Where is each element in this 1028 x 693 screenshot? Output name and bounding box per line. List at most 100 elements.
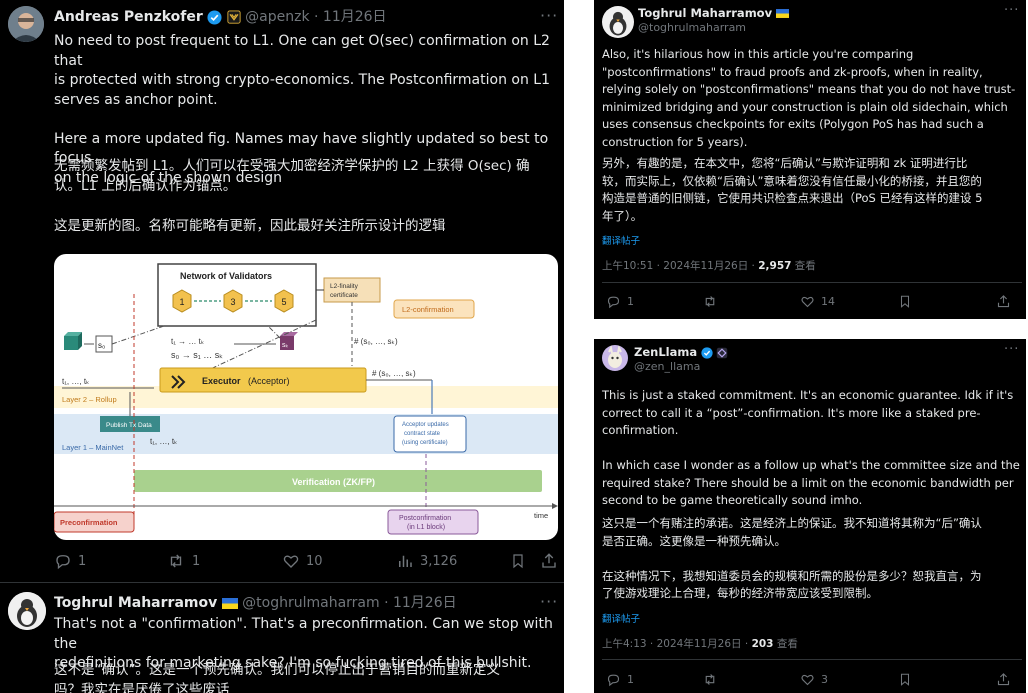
more-options-icon[interactable]: ··· [540,592,558,611]
acceptor-updates-line2: contract state [404,431,441,437]
more-options-icon[interactable]: ··· [1004,342,1019,357]
state-seq: s₀ → s₁ … sₖ [171,350,223,360]
avatar-toghrul[interactable] [8,592,46,630]
avatar-toghrul-image [602,6,634,38]
acceptor-updates-line3: (using certificate) [402,440,448,446]
author-name[interactable]: Andreas Penzkofer [54,9,203,25]
bookmark-icon [900,673,910,686]
affiliate-badge-icon [717,347,728,358]
share-button[interactable] [540,552,558,570]
br-timestamp-row: 上午4:13 · 2024年11月26日 · 203 查看 [602,636,798,651]
reply-icon [607,296,620,309]
author-name[interactable]: Toghrul Maharramov [54,595,217,611]
tr-text-zh: 另外，有趣的是，在本文中，您将“后确认”与欺诈证明和 zk 证明进行比 较，而实… [602,156,983,223]
views-icon [399,555,412,567]
avatar-zenllama[interactable] [602,345,628,371]
validator-1: 1 [172,289,192,313]
like-count: 14 [821,295,835,308]
architecture-diagram: Network of Validators 1 3 5 L2-finality … [54,263,558,535]
handle[interactable]: @zen_llama [634,360,700,373]
br-text-zh: 这只是一个有赌注的承诺。这是经济上的保证。我不知道将其称为“后”确认 是否正确。… [602,516,982,600]
preconfirmation-label: Preconfirmation [60,518,118,527]
timestamp[interactable]: 上午10:51 · 2024年11月26日 · [602,260,758,272]
divider [602,282,1022,283]
avatar-toghrul-image [8,592,46,630]
more-options-icon[interactable]: ··· [540,6,558,25]
translate-link[interactable]: 翻译帖子 [602,233,640,247]
reply-count: 1 [78,553,87,569]
avatar-andreas[interactable] [8,6,44,42]
timestamp[interactable]: 上午4:13 · 2024年11月26日 · [602,638,752,650]
views-count: 3,126 [420,553,458,569]
svg-text:s₀: s₀ [98,341,105,350]
ukraine-flag-icon [221,597,238,609]
handle[interactable]: @toghrulmaharram [638,21,746,34]
share-icon [997,295,1010,308]
svg-text:5: 5 [282,297,287,307]
verified-badge-icon [207,9,222,25]
tweet1-image[interactable]: Network of Validators 1 3 5 L2-finality … [54,254,558,540]
repost-icon [170,554,182,568]
layer2-label: Layer 2 – Rollup [62,395,117,404]
repost-button[interactable] [702,672,724,687]
hash-top: # (s₀, …, sₖ) [354,337,398,346]
heart-icon [801,296,814,308]
tweet1-text-zh: 无需频繁发帖到 L1。人们可以在受强大加密经济学保护的 L2 上获得 O(sec… [54,158,530,234]
postconfirmation-line1: Postconfirmation [399,515,451,522]
hash-mid: # (s₀, …, sₖ) [372,369,416,378]
bookmark-icon [513,554,523,569]
bookmark-button[interactable] [510,552,526,570]
acceptor-label: (Acceptor) [248,376,290,386]
author-name[interactable]: ZenLlama [634,345,697,359]
reply-icon [56,555,70,570]
divider [602,659,1022,660]
affiliate-badge-icon [227,10,241,24]
l2-finality-line1: L2-finality [330,283,359,290]
reply-button[interactable]: 1 [606,672,634,687]
validator-3: 3 [223,289,243,313]
repost-button[interactable]: 1 [166,552,200,570]
share-icon [997,673,1010,686]
more-options-icon[interactable]: ··· [1004,3,1019,18]
like-button[interactable]: 10 [282,552,323,570]
reply-count: 1 [627,673,634,686]
translate-link[interactable]: 翻译帖子 [602,611,640,625]
br-header: ZenLlama [634,345,728,360]
repost-icon [705,674,715,685]
cube-sk: sₖ [280,332,298,350]
views-button[interactable]: 3,126 [396,552,457,570]
handle-time[interactable]: @toghrulmaharram · 11月26日 [242,595,456,611]
like-count: 10 [306,553,323,569]
views-label: 查看 [791,260,816,272]
bookmark-button[interactable] [898,672,912,687]
reply-button[interactable]: 1 [54,552,86,570]
top-right-tweet-panel: Toghrul Maharramov @toghrulmaharram ··· … [594,0,1026,319]
svg-text:1: 1 [180,297,185,307]
tweet2-header: Toghrul Maharramov @toghrulmaharram · 11… [54,594,457,612]
acceptor-updates-line1: Acceptor updates [402,422,449,428]
svg-text:3: 3 [231,297,236,307]
tr-text-en: Also, it's hilarious how in this article… [602,47,1016,149]
reply-button[interactable]: 1 [606,294,634,309]
tx-seq-top: t₁ → … tₖ [171,337,204,346]
heart-icon [283,555,299,568]
heart-icon [801,674,814,686]
avatar-toghrul[interactable] [602,6,634,38]
verification-label: Verification (ZK/FP) [292,477,375,487]
share-button[interactable] [996,294,1011,309]
bookmark-icon [900,295,910,308]
verified-badge-icon [701,346,713,359]
validator-5: 5 [274,289,294,313]
avatar-zenllama-image [602,345,628,371]
avatar-andreas-image [8,6,44,42]
repost-button[interactable] [702,294,724,309]
like-button[interactable]: 3 [800,672,828,687]
views-label: 查看 [773,638,798,650]
like-button[interactable]: 14 [800,294,835,309]
handle-time[interactable]: @apenzk · 11月26日 [245,9,386,25]
publish-tx-label: Publish Tx Data [106,422,152,429]
bookmark-button[interactable] [898,294,912,309]
author-name[interactable]: Toghrul Maharramov [638,6,772,20]
share-button[interactable] [996,672,1011,687]
svg-text:sₖ: sₖ [282,342,289,349]
